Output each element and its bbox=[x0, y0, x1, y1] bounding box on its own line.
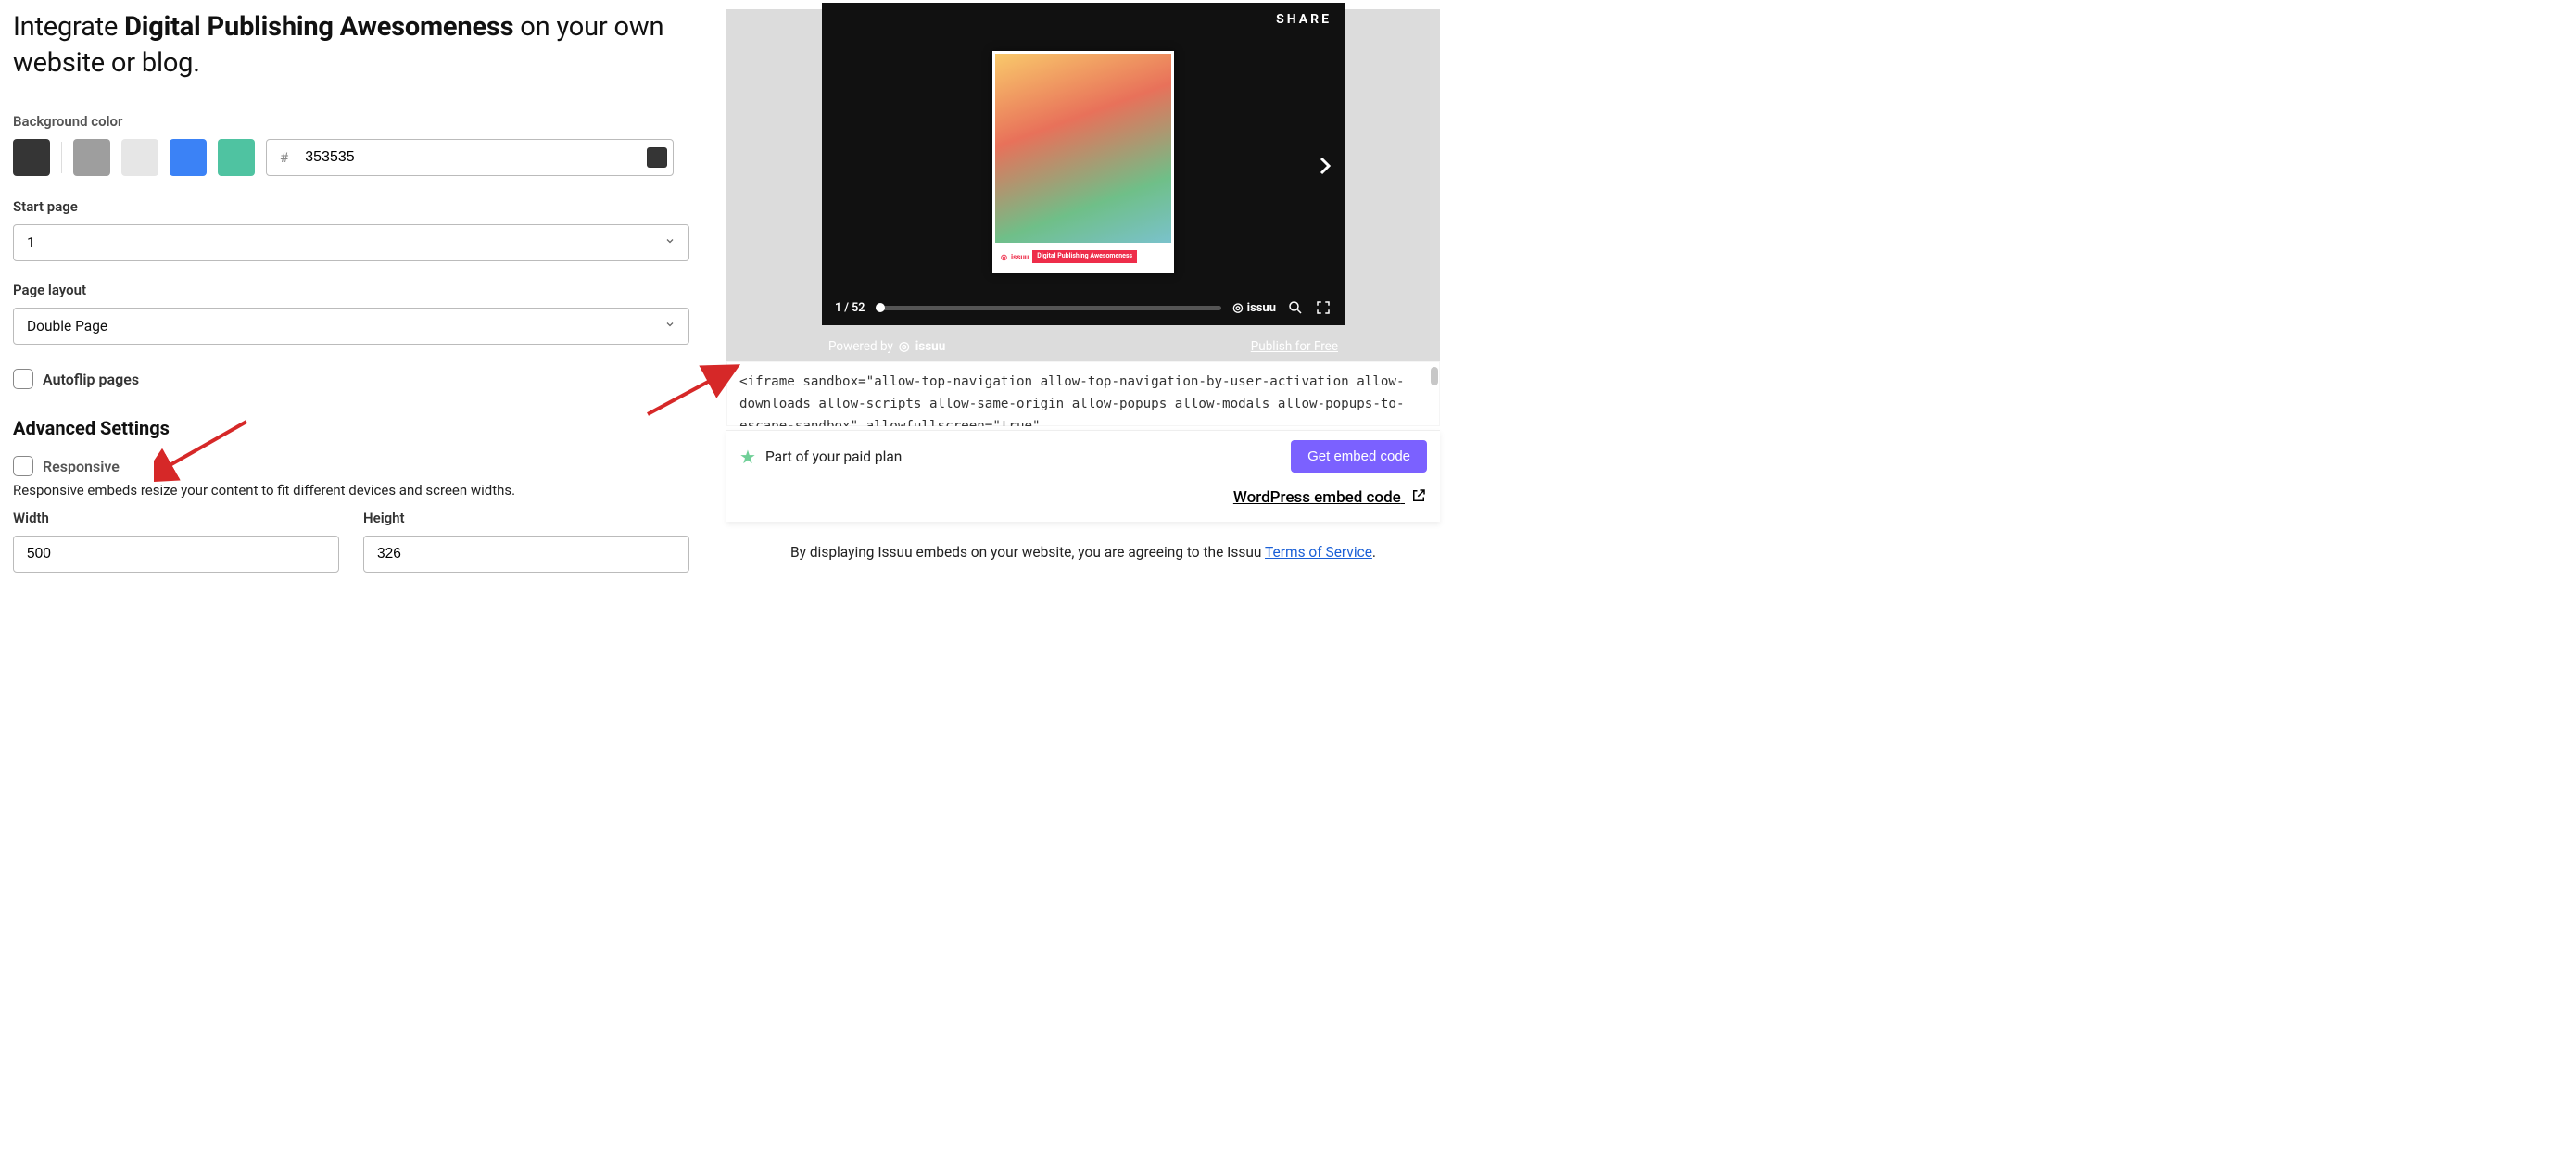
settings-panel: Integrate Digital Publishing Awesomeness… bbox=[13, 9, 708, 573]
cover-brand-bar: ◎ issuu Digital Publishing Awesomeness bbox=[995, 243, 1171, 271]
bg-color-label: Background color bbox=[13, 113, 708, 130]
progress-thumb[interactable] bbox=[876, 303, 885, 312]
wp-link-text: WordPress embed code bbox=[1233, 488, 1401, 507]
share-button[interactable]: SHARE bbox=[1276, 12, 1332, 27]
plan-badge: ★ Part of your paid plan bbox=[739, 446, 902, 468]
powered-text: Powered by bbox=[828, 339, 893, 354]
publish-free-link[interactable]: Publish for Free bbox=[1251, 339, 1338, 354]
page-root: Integrate Digital Publishing Awesomeness… bbox=[0, 0, 1446, 600]
layout-select[interactable]: Double Page bbox=[13, 308, 689, 345]
publication-cover[interactable]: ◎ issuu Digital Publishing Awesomeness bbox=[992, 51, 1174, 273]
brand-ring-icon: ◎ bbox=[1232, 301, 1243, 315]
hex-input[interactable] bbox=[305, 149, 647, 166]
player-brand[interactable]: ◎ issuu bbox=[1232, 301, 1276, 315]
responsive-checkbox[interactable] bbox=[13, 456, 33, 476]
preview-area: SHARE ◎ issuu Digital Publishing Awesome… bbox=[726, 9, 1440, 361]
wh-row: Width Height bbox=[13, 510, 708, 573]
width-input-wrap[interactable] bbox=[13, 536, 339, 573]
swatch-blue[interactable] bbox=[170, 139, 207, 176]
wordpress-embed-link[interactable]: WordPress embed code bbox=[1233, 488, 1427, 507]
chevron-down-icon bbox=[664, 319, 676, 334]
powered-brand: issuu bbox=[915, 339, 946, 354]
width-col: Width bbox=[13, 510, 339, 573]
autoflip-label: Autoflip pages bbox=[43, 371, 139, 388]
swatch-green[interactable] bbox=[218, 139, 255, 176]
embed-code-textarea[interactable] bbox=[726, 361, 1440, 426]
cover-tag: Digital Publishing Awesomeness bbox=[1032, 250, 1137, 263]
player-controls: 1 / 52 ◎ issuu bbox=[822, 299, 1345, 316]
get-embed-button[interactable]: Get embed code bbox=[1291, 440, 1427, 473]
embed-player: SHARE ◎ issuu Digital Publishing Awesome… bbox=[822, 3, 1345, 325]
advanced-heading: Advanced Settings bbox=[13, 417, 708, 439]
swatch-light[interactable] bbox=[121, 139, 158, 176]
height-label: Height bbox=[363, 510, 689, 526]
start-page-label: Start page bbox=[13, 198, 708, 215]
embed-code-panel: ★ Part of your paid plan Get embed code … bbox=[726, 361, 1440, 522]
height-input-wrap[interactable] bbox=[363, 536, 689, 573]
responsive-hint: Responsive embeds resize your content to… bbox=[13, 482, 708, 499]
layout-value: Double Page bbox=[27, 318, 107, 335]
start-page-select[interactable]: 1 bbox=[13, 224, 689, 261]
powered-by: Powered by ◎ issuu bbox=[828, 339, 945, 354]
tos-text: By displaying Issuu embeds on your websi… bbox=[790, 544, 1265, 561]
page-title: Integrate Digital Publishing Awesomeness… bbox=[13, 9, 708, 82]
hex-preview-swatch bbox=[647, 147, 667, 168]
progress-slider[interactable] bbox=[876, 306, 1221, 310]
height-input[interactable] bbox=[377, 546, 676, 562]
start-page-value: 1 bbox=[27, 234, 35, 251]
swatch-dark[interactable] bbox=[13, 139, 50, 176]
tos-link[interactable]: Terms of Service bbox=[1265, 544, 1372, 561]
tos-suffix: . bbox=[1372, 544, 1376, 561]
chevron-down-icon bbox=[664, 235, 676, 250]
fullscreen-icon[interactable] bbox=[1315, 299, 1332, 316]
tos-line: By displaying Issuu embeds on your websi… bbox=[726, 544, 1440, 561]
preview-panel: SHARE ◎ issuu Digital Publishing Awesome… bbox=[726, 9, 1440, 561]
brand-text: issuu bbox=[1247, 301, 1276, 315]
wp-row: WordPress embed code bbox=[739, 487, 1427, 509]
autoflip-row: Autoflip pages bbox=[13, 369, 708, 389]
responsive-row: Responsive bbox=[13, 456, 708, 476]
plan-text: Part of your paid plan bbox=[765, 448, 902, 465]
height-col: Height bbox=[363, 510, 689, 573]
zoom-icon[interactable] bbox=[1287, 299, 1304, 316]
autoflip-checkbox[interactable] bbox=[13, 369, 33, 389]
cover-brand-text: issuu bbox=[1011, 253, 1029, 261]
external-link-icon bbox=[1410, 487, 1427, 509]
hash-symbol: # bbox=[280, 149, 288, 166]
width-input[interactable] bbox=[27, 546, 325, 562]
scrollbar-thumb[interactable] bbox=[1431, 367, 1438, 385]
swatch-divider bbox=[61, 142, 62, 173]
next-page-arrow-icon[interactable] bbox=[1313, 153, 1335, 175]
powered-bar: Powered by ◎ issuu Publish for Free bbox=[726, 339, 1440, 354]
page-counter: 1 / 52 bbox=[835, 301, 865, 315]
layout-label: Page layout bbox=[13, 282, 708, 298]
plan-row: ★ Part of your paid plan Get embed code bbox=[739, 440, 1427, 473]
star-icon: ★ bbox=[739, 446, 756, 468]
swatch-gray[interactable] bbox=[73, 139, 110, 176]
width-label: Width bbox=[13, 510, 339, 526]
code-footer: ★ Part of your paid plan Get embed code … bbox=[726, 430, 1440, 522]
brand-ring-icon: ◎ bbox=[899, 339, 910, 354]
headline-title: Digital Publishing Awesomeness bbox=[124, 11, 513, 43]
hex-input-wrap[interactable]: # bbox=[266, 139, 674, 176]
cover-brand-icon: ◎ bbox=[1001, 253, 1007, 261]
headline-prefix: Integrate bbox=[13, 11, 124, 43]
swatch-row: # bbox=[13, 139, 708, 176]
responsive-label: Responsive bbox=[43, 458, 120, 475]
